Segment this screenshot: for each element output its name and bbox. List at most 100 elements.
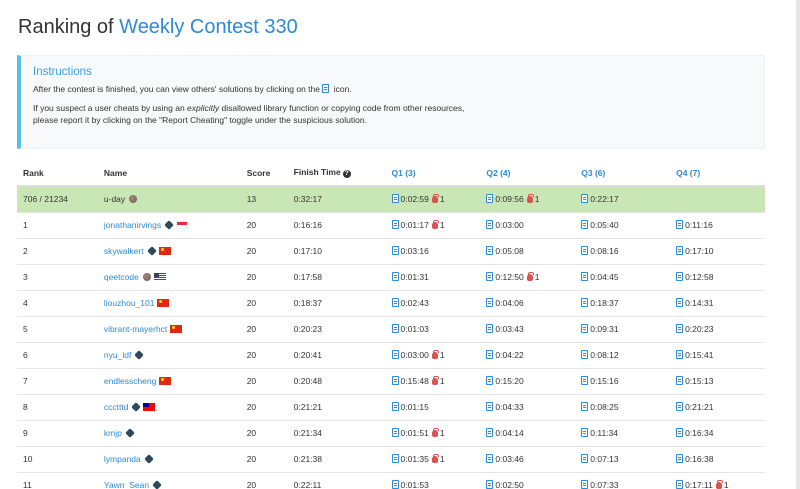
solution-icon[interactable] — [581, 428, 589, 437]
q1-cell[interactable]: 0:15:48 1 — [385, 368, 481, 395]
q2-cell[interactable]: 0:03:00 — [480, 212, 576, 239]
solution-icon[interactable] — [581, 480, 589, 489]
solution-icon[interactable] — [676, 402, 684, 411]
solution-icon[interactable] — [676, 350, 684, 359]
header-q1[interactable]: Q1 (3) — [385, 160, 481, 187]
question-circle-icon[interactable]: ? — [342, 170, 351, 178]
q1-cell[interactable]: 0:03:16 — [385, 238, 481, 265]
q2-cell[interactable]: 0:04:14 — [480, 420, 576, 447]
q2-cell[interactable]: 0:03:43 — [480, 316, 576, 343]
q4-cell[interactable]: 0:16:38 — [670, 446, 765, 473]
q3-cell[interactable]: 0:08:25 — [575, 394, 671, 421]
solution-icon[interactable] — [391, 194, 399, 204]
q2-cell[interactable]: 0:04:22 — [480, 342, 576, 369]
user-name-link[interactable]: Yawn_Sean — [104, 480, 149, 489]
solution-icon[interactable] — [391, 350, 399, 359]
q1-cell[interactable]: 0:01:51 1 — [385, 420, 481, 447]
solution-icon[interactable] — [486, 298, 494, 307]
solution-icon[interactable] — [581, 402, 589, 411]
q2-cell[interactable]: 0:02:50 — [480, 472, 576, 489]
header-q3[interactable]: Q3 (6) — [575, 160, 671, 187]
solution-icon[interactable] — [581, 298, 589, 307]
solution-icon[interactable] — [391, 454, 399, 463]
q4-cell[interactable]: 0:14:31 — [670, 290, 765, 317]
user-name-link[interactable]: nyu_ldf — [104, 350, 131, 360]
user-name-link[interactable]: vibrant-mayerhct — [104, 324, 167, 334]
solution-icon[interactable] — [581, 454, 589, 463]
q2-cell[interactable]: 0:05:08 — [480, 238, 576, 265]
q1-cell[interactable]: 0:01:31 — [385, 264, 481, 291]
solution-icon[interactable] — [486, 376, 494, 385]
user-name-link[interactable]: ccctttd — [104, 402, 129, 412]
solution-icon[interactable] — [486, 454, 494, 463]
solution-icon[interactable] — [676, 376, 684, 385]
solution-icon[interactable] — [581, 272, 589, 281]
solution-icon[interactable] — [676, 428, 684, 437]
q2-cell[interactable]: 0:15:20 — [480, 368, 576, 395]
q3-cell[interactable]: 0:11:34 — [575, 420, 671, 447]
page-scrollbar[interactable] — [796, 0, 800, 489]
solution-icon[interactable] — [581, 220, 589, 229]
header-q4[interactable]: Q4 (7) — [670, 160, 765, 187]
solution-icon[interactable] — [581, 324, 589, 333]
q4-cell[interactable]: 0:15:41 — [670, 342, 765, 369]
solution-icon[interactable] — [391, 298, 399, 307]
solution-icon[interactable] — [676, 220, 684, 229]
solution-icon[interactable] — [486, 402, 494, 411]
solution-icon[interactable] — [581, 194, 589, 204]
q3-cell[interactable]: 0:07:33 — [575, 472, 671, 489]
q3-cell[interactable]: 0:18:37 — [575, 290, 671, 317]
header-q2[interactable]: Q2 (4) — [480, 160, 576, 187]
q3-cell[interactable]: 0:08:16 — [575, 238, 671, 265]
solution-icon[interactable] — [676, 454, 684, 463]
solution-icon[interactable] — [676, 246, 684, 255]
solution-icon[interactable] — [676, 324, 684, 333]
solution-icon[interactable] — [391, 246, 399, 255]
user-name-link[interactable]: qeetcode — [104, 272, 139, 282]
q4-cell[interactable]: 0:17:11 1 — [670, 472, 765, 489]
q1-cell[interactable]: 0:01:03 — [385, 316, 481, 343]
solution-icon[interactable] — [581, 376, 589, 385]
user-name-link[interactable]: jonathanirvings — [104, 220, 161, 230]
q2-cell[interactable]: 0:04:33 — [480, 394, 576, 421]
q2-cell[interactable]: 0:12:50 1 — [480, 264, 576, 291]
q3-cell[interactable]: 0:04:45 — [575, 264, 671, 291]
solution-icon[interactable] — [391, 402, 399, 411]
q1-cell[interactable]: 0:02:59 1 — [385, 186, 481, 213]
solution-icon[interactable] — [391, 428, 399, 437]
q2-cell[interactable]: 0:04:06 — [480, 290, 576, 317]
q3-cell[interactable]: 0:15:16 — [575, 368, 671, 395]
user-name-link[interactable]: liouzhou_101 — [104, 298, 155, 308]
q3-cell[interactable]: 0:07:13 — [575, 446, 671, 473]
q3-cell[interactable]: 0:22:17 — [575, 186, 671, 213]
q4-cell[interactable]: 0:16:34 — [670, 420, 765, 447]
q1-cell[interactable]: 0:01:53 — [385, 472, 481, 489]
q3-cell[interactable]: 0:08:12 — [575, 342, 671, 369]
q4-cell[interactable]: 0:11:16 — [670, 212, 765, 239]
user-name-link[interactable]: skywalkert — [104, 246, 144, 256]
q1-cell[interactable]: 0:02:43 — [385, 290, 481, 317]
q4-cell[interactable]: 0:20:23 — [670, 316, 765, 343]
q1-cell[interactable]: 0:01:15 — [385, 394, 481, 421]
user-name-link[interactable]: lympanda — [104, 454, 141, 464]
solution-icon[interactable] — [486, 220, 494, 229]
q4-cell[interactable]: 0:15:13 — [670, 368, 765, 395]
solution-icon[interactable] — [486, 428, 494, 437]
solution-icon[interactable] — [676, 298, 684, 307]
solution-icon[interactable] — [391, 376, 399, 385]
q2-cell[interactable]: 0:03:46 — [480, 446, 576, 473]
q4-cell[interactable]: 0:17:10 — [670, 238, 765, 265]
solution-icon[interactable] — [486, 480, 494, 489]
q4-cell[interactable]: 0:21:21 — [670, 394, 765, 421]
q1-cell[interactable]: 0:01:17 1 — [385, 212, 481, 239]
solution-icon[interactable] — [486, 194, 494, 204]
solution-icon[interactable] — [581, 350, 589, 359]
q3-cell[interactable]: 0:09:31 — [575, 316, 671, 343]
solution-icon[interactable] — [486, 324, 494, 333]
q1-cell[interactable]: 0:03:00 1 — [385, 342, 481, 369]
q3-cell[interactable]: 0:05:40 — [575, 212, 671, 239]
solution-icon[interactable] — [391, 272, 399, 281]
user-name-link[interactable]: endlesscheng — [104, 376, 156, 386]
solution-icon[interactable] — [391, 480, 399, 489]
solution-icon[interactable] — [676, 272, 684, 281]
